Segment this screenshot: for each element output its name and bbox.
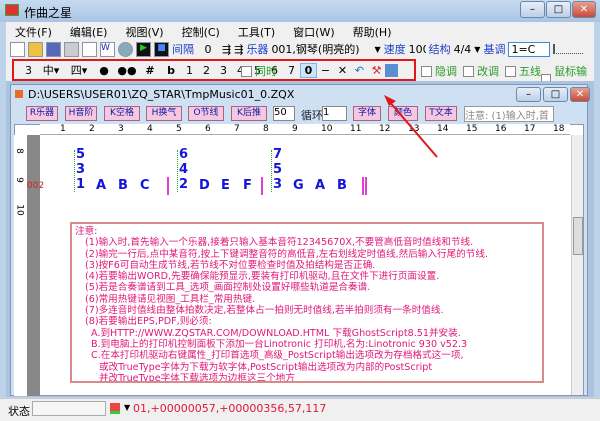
status-label: 状态 xyxy=(8,405,30,418)
cursor-position: 01,+00000057,+00000356,57,117 xyxy=(133,402,327,415)
status-field xyxy=(32,401,106,416)
annotation-arrow xyxy=(384,95,438,158)
status-bar: 状态 ▼ 01,+00000057,+00000356,57,117 xyxy=(0,398,600,421)
track-icon[interactable] xyxy=(110,403,120,414)
chevron-down-icon[interactable]: ▼ xyxy=(124,403,130,412)
